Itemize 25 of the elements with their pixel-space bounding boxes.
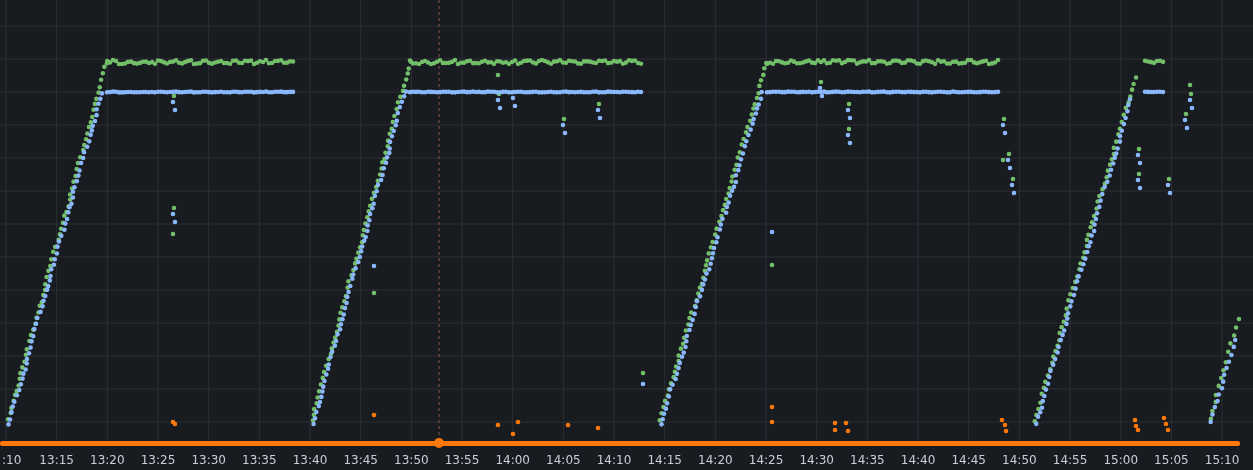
axis-tick-label: 13:40 [292, 453, 328, 467]
axis-tick-label: 13:30 [191, 453, 226, 467]
axis-tick-label: 14:35 [850, 453, 885, 467]
axis-tick-label: 15:05 [1154, 453, 1189, 467]
axis-tick-label: :10 [2, 453, 22, 467]
axis-tick-label: 14:10 [596, 453, 632, 467]
axis-tick-label: 14:45 [951, 453, 987, 467]
axis-tick-label: 14:20 [698, 453, 733, 467]
axis-tick-label: 14:50 [1002, 453, 1037, 467]
axis-tick-label: 15:10 [1204, 453, 1240, 467]
axis-tick-label: 14:15 [647, 453, 682, 467]
axis-tick-label: 14:40 [900, 453, 936, 467]
axis-tick-label: 13:25 [140, 453, 176, 467]
axis-tick-label: 14:25 [748, 453, 784, 467]
axis-tick-label: 14:30 [799, 453, 834, 467]
axis-tick-label: 14:05 [546, 453, 581, 467]
axis-tick-label: 13:55 [444, 453, 480, 467]
axis-tick-label: 13:45 [343, 453, 378, 467]
axis-tick-label: 13:20 [90, 453, 125, 467]
axis-tick-label: 14:00 [495, 453, 530, 467]
axis-tick-label: 15:00 [1103, 453, 1139, 467]
axis-tick-label: 13:15 [39, 453, 74, 467]
axis-tick-label: 13:50 [394, 453, 429, 467]
axis-tick-label: 14:55 [1052, 453, 1088, 467]
axis-tick-label: 13:35 [242, 453, 277, 467]
